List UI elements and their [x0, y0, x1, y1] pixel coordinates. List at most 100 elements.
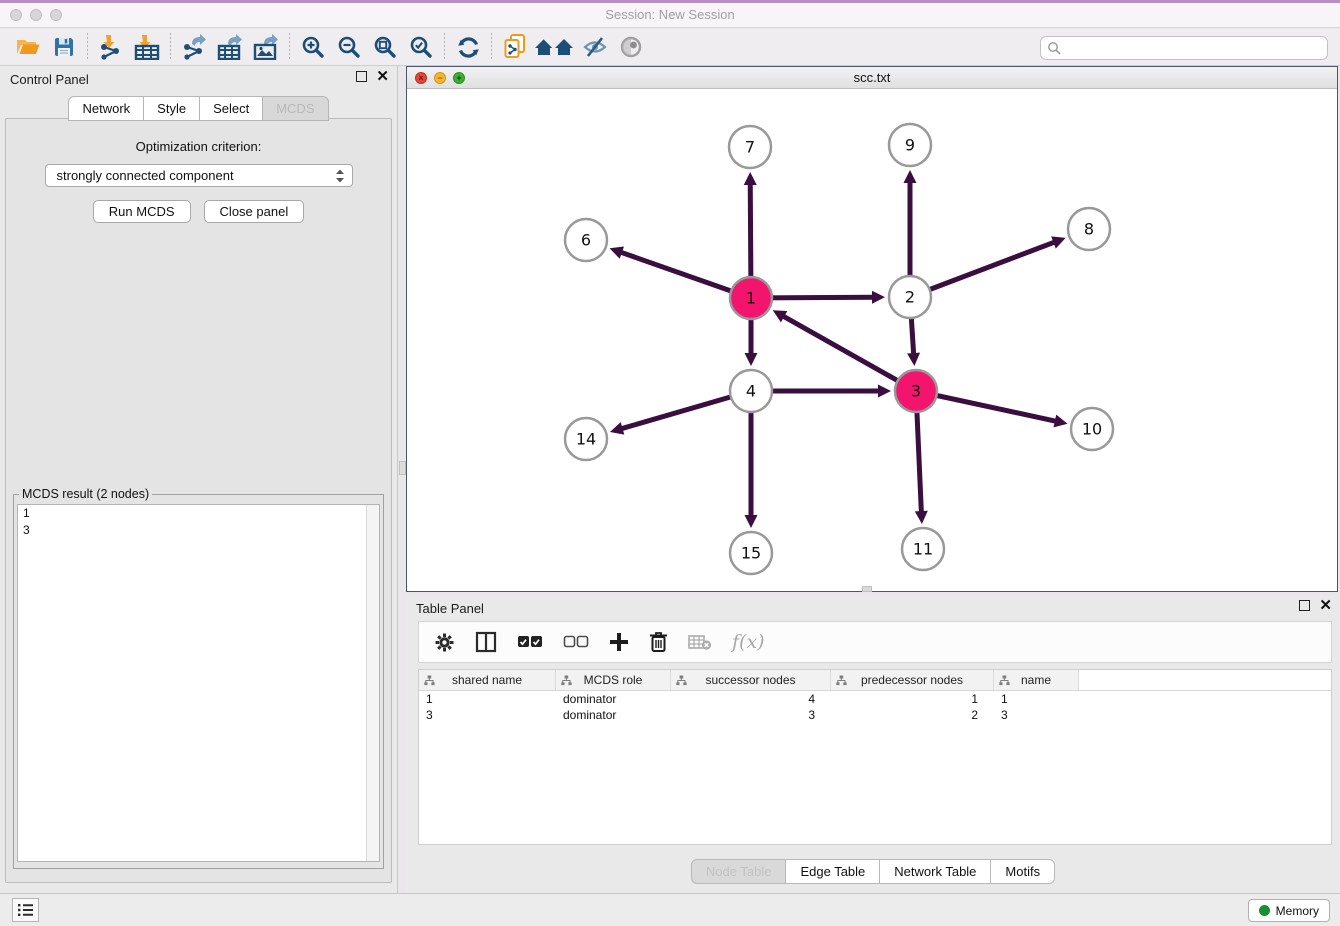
- memory-button[interactable]: Memory: [1248, 899, 1330, 922]
- tab-motifs[interactable]: Motifs: [990, 859, 1055, 884]
- refresh-layout-button[interactable]: [450, 32, 486, 62]
- zoom-selected-button[interactable]: [403, 32, 439, 62]
- export-network-button[interactable]: [176, 32, 212, 62]
- tab-edge-table[interactable]: Edge Table: [785, 859, 879, 884]
- open-session-button[interactable]: [10, 32, 46, 62]
- network-canvas[interactable]: 7968124314101511: [407, 89, 1337, 591]
- import-table-button[interactable]: [129, 32, 165, 62]
- network-resize-grip[interactable]: [862, 586, 872, 592]
- graph-arrowhead-1-7: [744, 172, 757, 185]
- column-header-predecessor-nodes[interactable]: predecessor nodes: [831, 670, 994, 690]
- tab-network[interactable]: Network: [68, 96, 143, 121]
- table-cell[interactable]: 1: [831, 692, 994, 706]
- tab-style[interactable]: Style: [143, 96, 199, 121]
- unchecked-boxes-icon: [563, 635, 589, 649]
- select-all-checkboxes-button[interactable]: [517, 635, 543, 649]
- mcds-result-list[interactable]: 13: [17, 504, 380, 862]
- delete-table-button[interactable]: [688, 634, 712, 651]
- criterion-value: strongly connected component: [57, 168, 234, 183]
- toolbar-separator: [491, 33, 492, 61]
- graph-node-label-9: 9: [905, 136, 915, 155]
- hide-graphics-details-button[interactable]: [577, 32, 613, 62]
- float-panel-icon[interactable]: [356, 71, 367, 82]
- memory-status-dot: [1259, 905, 1270, 916]
- table-cell[interactable]: dominator: [556, 692, 671, 706]
- app-titlebar: Session: New Session: [0, 3, 1340, 28]
- close-table-panel-icon[interactable]: ✕: [1319, 600, 1332, 611]
- add-column-button[interactable]: [609, 632, 629, 652]
- tab-mcds[interactable]: MCDS: [262, 96, 328, 121]
- search-field[interactable]: [1040, 36, 1328, 60]
- control-panel-header: Control Panel ✕: [0, 66, 397, 92]
- table-cell[interactable]: 4: [671, 692, 831, 706]
- save-session-button[interactable]: [46, 32, 82, 62]
- criterion-dropdown[interactable]: strongly connected component: [45, 164, 353, 187]
- table-cell[interactable]: 3: [419, 708, 556, 722]
- gear-icon: [434, 632, 455, 653]
- mcds-result-item[interactable]: 1: [18, 505, 379, 522]
- node-table[interactable]: shared nameMCDS rolesuccessor nodes prede…: [418, 669, 1332, 845]
- close-panel-button[interactable]: Close panel: [204, 200, 305, 223]
- table-cell[interactable]: dominator: [556, 708, 671, 722]
- table-row[interactable]: 1dominator411: [419, 691, 1331, 707]
- eye-slash-icon: [582, 35, 608, 59]
- float-table-panel-icon[interactable]: [1299, 600, 1310, 611]
- column-header-name[interactable]: name: [994, 670, 1079, 690]
- table-cell[interactable]: 3: [994, 708, 1079, 722]
- tab-network-table[interactable]: Network Table: [879, 859, 990, 884]
- zoom-fit-button[interactable]: [367, 32, 403, 62]
- graph-node-label-4: 4: [746, 382, 756, 401]
- network-window-titlebar[interactable]: × − + scc.txt: [407, 67, 1337, 89]
- import-network-button[interactable]: [93, 32, 129, 62]
- graph-edge-2-8[interactable]: [910, 242, 1055, 297]
- hierarchy-icon: [676, 675, 687, 686]
- show-graphics-details-button[interactable]: [613, 32, 649, 62]
- column-view-icon: [475, 631, 497, 653]
- zoom-out-button[interactable]: [331, 32, 367, 62]
- close-panel-icon[interactable]: ✕: [376, 71, 389, 82]
- zoom-in-icon: [301, 35, 326, 60]
- table-cell[interactable]: 1: [994, 692, 1079, 706]
- graph-node-label-10: 10: [1082, 420, 1102, 439]
- table-cell[interactable]: 3: [671, 708, 831, 722]
- hierarchy-icon: [424, 675, 435, 686]
- column-header-shared-name[interactable]: shared name: [419, 670, 556, 690]
- home-view-button[interactable]: [533, 32, 577, 62]
- export-table-button[interactable]: [212, 32, 248, 62]
- panel-divider-grip[interactable]: [399, 461, 406, 475]
- zoom-in-button[interactable]: [295, 32, 331, 62]
- export-image-icon: [253, 34, 279, 60]
- function-builder-button[interactable]: f(x): [732, 631, 765, 653]
- table-panel-title: Table Panel: [416, 601, 484, 616]
- column-header-successor-nodes[interactable]: successor nodes: [671, 670, 831, 690]
- control-panel-title: Control Panel: [10, 72, 89, 87]
- main-toolbar: [0, 29, 1340, 66]
- home-icon: [534, 35, 576, 59]
- search-input[interactable]: [1062, 41, 1321, 55]
- graph-edge-3-1[interactable]: [782, 316, 916, 391]
- table-row[interactable]: 3dominator323: [419, 707, 1331, 723]
- result-scrollbar[interactable]: [366, 505, 379, 861]
- control-panel-tabs: NetworkStyleSelectMCDS: [0, 96, 397, 121]
- column-label: predecessor nodes: [861, 673, 963, 687]
- graph-arrowhead-4-3: [878, 385, 891, 398]
- column-header-MCDS-role[interactable]: MCDS role: [556, 670, 671, 690]
- graph-arrowhead-1-6: [610, 246, 624, 258]
- table-cell[interactable]: 2: [831, 708, 994, 722]
- tab-select[interactable]: Select: [199, 96, 262, 121]
- table-header-row: shared nameMCDS rolesuccessor nodes prede…: [419, 670, 1331, 691]
- delete-column-button[interactable]: [649, 631, 668, 653]
- hierarchy-icon: [836, 675, 847, 686]
- mcds-result-item[interactable]: 3: [18, 522, 379, 539]
- task-history-button[interactable]: [12, 898, 39, 922]
- table-settings-button[interactable]: [434, 632, 455, 653]
- app-title: Session: New Session: [0, 7, 1340, 22]
- tab-node-table[interactable]: Node Table: [691, 859, 786, 884]
- run-mcds-button[interactable]: Run MCDS: [93, 200, 191, 223]
- export-image-button[interactable]: [248, 32, 284, 62]
- duplicate-network-button[interactable]: [497, 32, 533, 62]
- deselect-all-checkboxes-button[interactable]: [563, 635, 589, 649]
- column-view-button[interactable]: [475, 631, 497, 653]
- table-cell[interactable]: 1: [419, 692, 556, 706]
- network-window-title: scc.txt: [407, 70, 1337, 85]
